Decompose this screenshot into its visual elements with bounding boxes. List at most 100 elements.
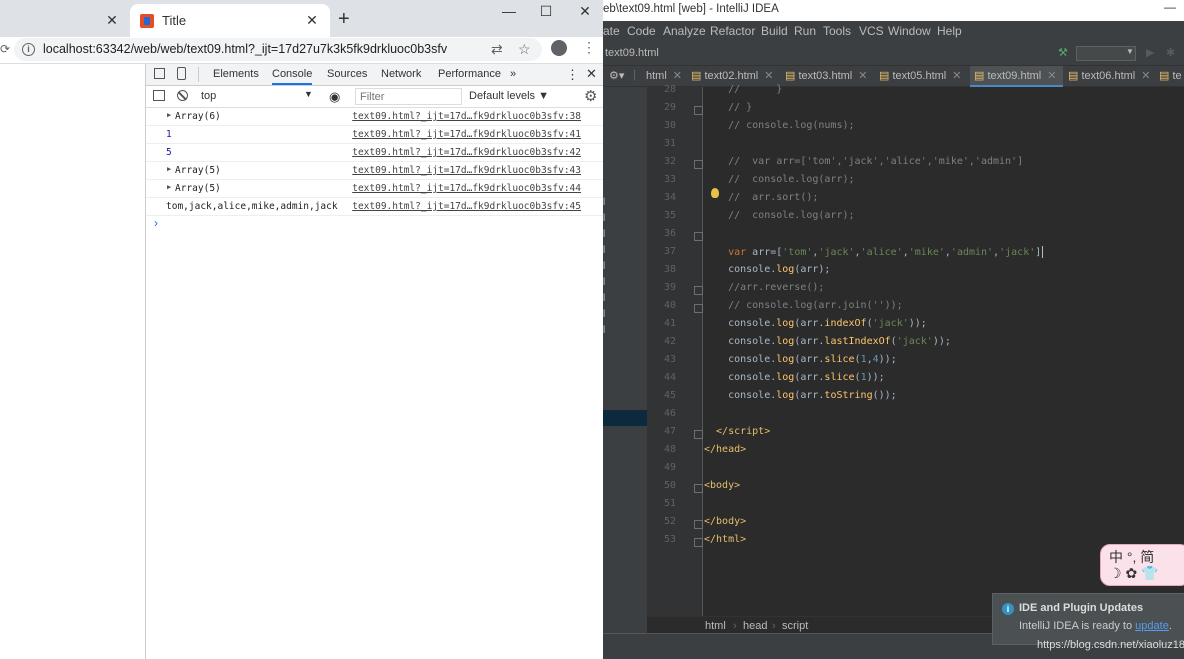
- project-tree-item[interactable]: l: [603, 213, 605, 224]
- close-icon[interactable]: ✕: [104, 12, 120, 29]
- tab-sources[interactable]: Sources: [327, 68, 367, 80]
- console-source-link[interactable]: text09.html?_ijt=17d…fk9drkluoc0b3sfv:45: [352, 201, 581, 212]
- expand-triangle-icon[interactable]: ▶: [167, 111, 171, 119]
- chrome-tab-active[interactable]: Title ✕: [130, 4, 330, 37]
- editor-tab[interactable]: ▤ text05.html ✕: [879, 66, 961, 87]
- console-filter-input[interactable]: [355, 88, 462, 105]
- eye-icon[interactable]: ◉: [329, 89, 340, 105]
- line-number: 28: [663, 84, 676, 95]
- inspect-element-icon[interactable]: [154, 68, 165, 79]
- device-toolbar-icon[interactable]: [177, 67, 186, 80]
- project-tree-item[interactable]: l: [603, 261, 605, 272]
- chrome-tab-inactive[interactable]: ✕: [0, 4, 130, 37]
- minimize-icon[interactable]: —: [1164, 0, 1176, 14]
- console-source-link[interactable]: text09.html?_ijt=17d…fk9drkluoc0b3sfv:43: [352, 165, 581, 176]
- nav-file[interactable]: text09.html: [605, 47, 659, 59]
- ime-toolbar[interactable]: 中 °, 简 ☽ ✿ 👕: [1100, 544, 1184, 586]
- editor-tab-active[interactable]: ▤ text09.html ✕: [970, 66, 1063, 87]
- close-icon[interactable]: ✕: [304, 12, 320, 29]
- fold-marker-icon[interactable]: [694, 430, 703, 439]
- chevron-down-icon[interactable]: ▼: [304, 89, 313, 99]
- console-source-link[interactable]: text09.html?_ijt=17d…fk9drkluoc0b3sfv:44: [352, 183, 581, 194]
- new-tab-button[interactable]: +: [338, 8, 350, 31]
- project-tree-item[interactable]: l: [603, 325, 605, 336]
- close-icon[interactable]: ✕: [858, 70, 867, 82]
- fold-marker-icon[interactable]: [694, 160, 703, 169]
- update-notification[interactable]: i IDE and Plugin Updates IntelliJ IDEA i…: [992, 593, 1184, 645]
- close-icon[interactable]: ✕: [1047, 70, 1056, 82]
- menu-build[interactable]: Build: [761, 24, 788, 38]
- profile-avatar-icon[interactable]: [551, 40, 567, 56]
- tab-console[interactable]: Console: [272, 68, 313, 85]
- update-link[interactable]: update: [1135, 620, 1169, 632]
- close-icon[interactable]: ✕: [1141, 70, 1150, 82]
- debug-icon[interactable]: ✱: [1166, 46, 1175, 59]
- menu-run[interactable]: Run: [794, 24, 816, 38]
- tab-elements[interactable]: Elements: [213, 68, 259, 80]
- fold-marker-icon[interactable]: [694, 520, 703, 529]
- url-input[interactable]: localhost:63342/web/web/text09.html?_ijt…: [43, 42, 447, 56]
- breadcrumb-html[interactable]: html: [705, 620, 726, 632]
- project-tree-item[interactable]: l: [603, 229, 605, 240]
- console-prompt[interactable]: ›: [154, 216, 158, 230]
- project-tree-item[interactable]: l: [603, 197, 605, 208]
- fold-marker-icon[interactable]: [694, 538, 703, 547]
- console-source-link[interactable]: text09.html?_ijt=17d…fk9drkluoc0b3sfv:41: [352, 129, 581, 140]
- omnibox[interactable]: i localhost:63342/web/web/text09.html?_i…: [14, 38, 542, 61]
- tabs-settings-icon[interactable]: ⚙▾: [609, 69, 624, 82]
- console-message[interactable]: Array(6): [175, 111, 221, 122]
- sidebar-toggle-icon[interactable]: [153, 90, 165, 101]
- minimize-icon[interactable]: —: [499, 3, 519, 19]
- window-close-icon[interactable]: ✕: [575, 3, 595, 20]
- maximize-icon[interactable]: ☐: [536, 3, 556, 20]
- console-source-link[interactable]: text09.html?_ijt=17d…fk9drkluoc0b3sfv:42: [352, 147, 581, 158]
- close-icon[interactable]: ✕: [952, 70, 961, 82]
- menu-window[interactable]: Window: [888, 24, 931, 38]
- devtools-menu-icon[interactable]: ⋮: [566, 67, 579, 83]
- project-tree-item[interactable]: l: [603, 245, 605, 256]
- log-levels-dropdown[interactable]: Default levels ▼: [469, 90, 549, 102]
- fold-marker-icon[interactable]: [694, 232, 703, 241]
- build-icon[interactable]: ⚒: [1058, 46, 1068, 59]
- menu-analyze[interactable]: Analyze: [663, 24, 706, 38]
- console-source-link[interactable]: text09.html?_ijt=17d…fk9drkluoc0b3sfv:38: [352, 111, 581, 122]
- close-icon[interactable]: ✕: [764, 70, 773, 82]
- tab-network[interactable]: Network: [381, 68, 421, 80]
- tab-performance[interactable]: Performance: [438, 68, 501, 80]
- expand-triangle-icon[interactable]: ▶: [167, 165, 171, 173]
- menu-code[interactable]: Code: [627, 24, 656, 38]
- close-icon[interactable]: ✕: [673, 70, 682, 82]
- info-icon[interactable]: i: [22, 43, 35, 56]
- bookmark-star-icon[interactable]: ☆: [518, 41, 531, 58]
- menu-help[interactable]: Help: [937, 24, 962, 38]
- chevron-down-icon[interactable]: ▼: [1126, 47, 1134, 56]
- menu-vcs[interactable]: VCS: [859, 24, 884, 38]
- devtools-close-icon[interactable]: ✕: [586, 66, 597, 82]
- fold-marker-icon[interactable]: [694, 106, 703, 115]
- project-tree-item[interactable]: l: [603, 309, 605, 320]
- reload-icon[interactable]: ⟳: [0, 42, 10, 56]
- editor-tab[interactable]: ▤ text03.html ✕: [785, 66, 867, 87]
- fold-marker-icon[interactable]: [694, 286, 703, 295]
- context-select[interactable]: top: [201, 90, 216, 102]
- editor-tab[interactable]: ▤ text06.html ✕: [1068, 66, 1150, 87]
- translate-icon[interactable]: ⇄: [491, 41, 503, 58]
- expand-triangle-icon[interactable]: ▶: [167, 183, 171, 191]
- chrome-menu-icon[interactable]: ⋮: [582, 39, 596, 56]
- menu-navigate[interactable]: ate: [603, 24, 620, 38]
- fold-marker-icon[interactable]: [694, 304, 703, 313]
- settings-gear-icon[interactable]: ⚙: [584, 87, 597, 105]
- breadcrumb-head[interactable]: head: [743, 620, 767, 632]
- menu-tools[interactable]: Tools: [823, 24, 851, 38]
- console-message[interactable]: Array(5): [175, 165, 221, 176]
- more-tabs-icon[interactable]: »: [510, 68, 516, 80]
- console-message[interactable]: Array(5): [175, 183, 221, 194]
- run-icon[interactable]: ▶: [1146, 46, 1154, 59]
- breadcrumb-script[interactable]: script: [782, 620, 808, 632]
- menu-refactor[interactable]: Refactor: [710, 24, 755, 38]
- fold-marker-icon[interactable]: [694, 484, 703, 493]
- editor-tab[interactable]: ▤ te: [1159, 66, 1182, 87]
- project-tree-item[interactable]: l: [603, 293, 605, 304]
- project-tree-item[interactable]: l: [603, 277, 605, 288]
- lightbulb-icon[interactable]: [711, 188, 719, 198]
